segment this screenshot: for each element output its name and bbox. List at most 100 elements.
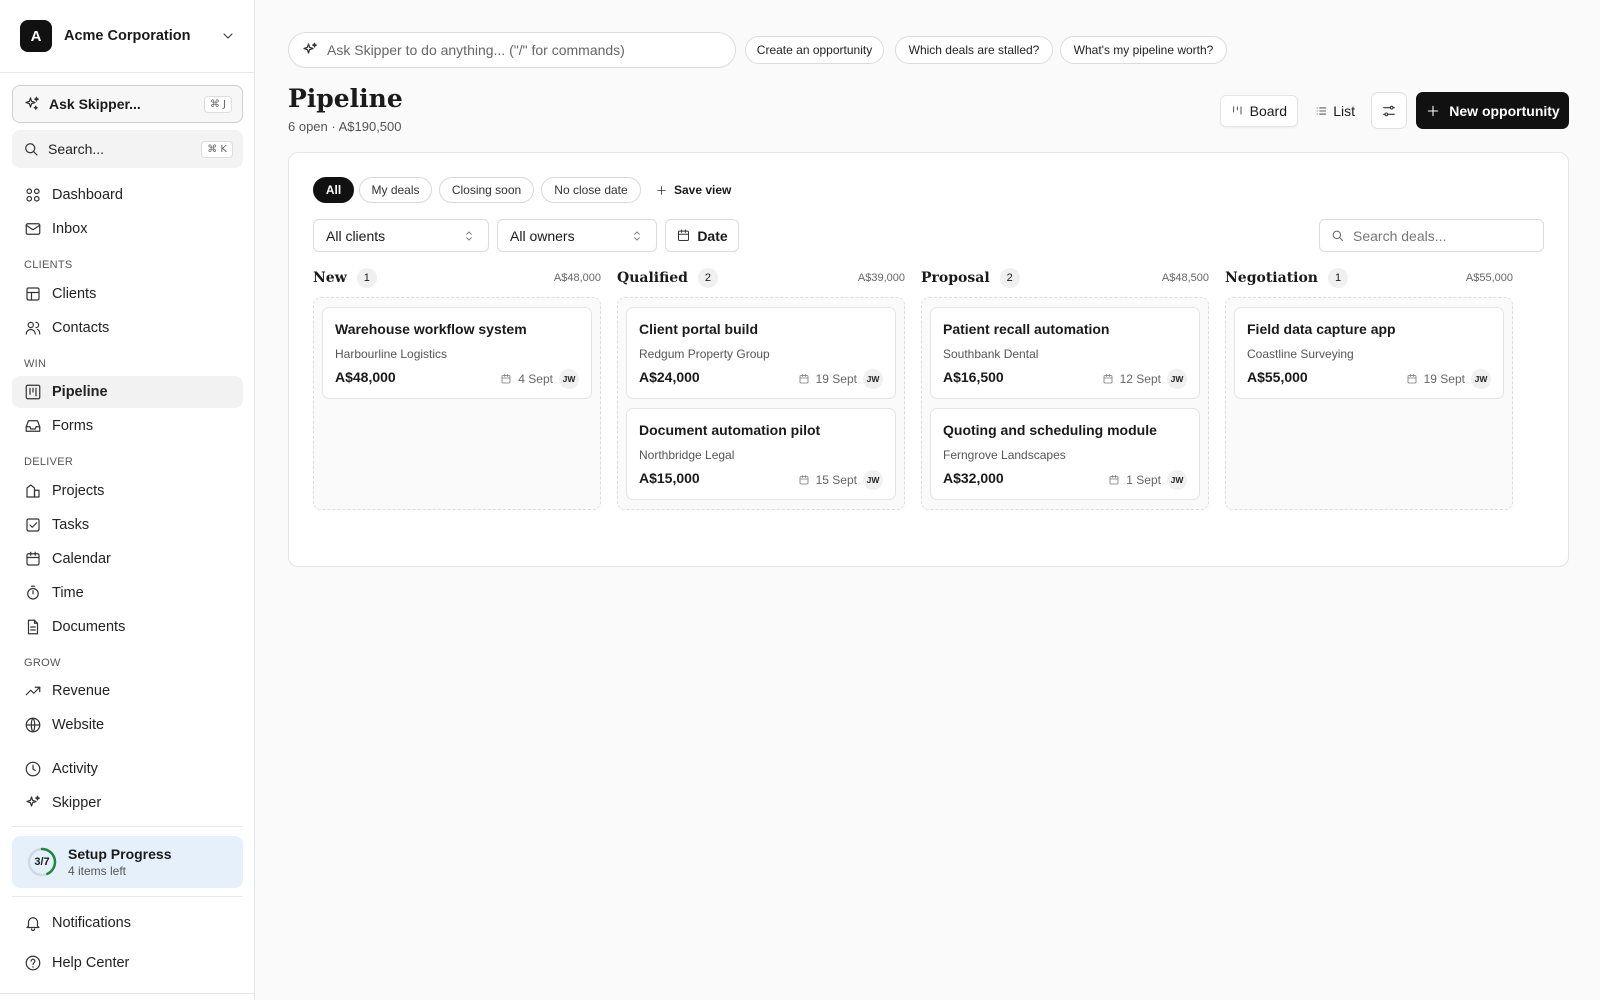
- sidebar-item-help[interactable]: Help Center: [12, 947, 243, 979]
- owner-avatar: JW: [1471, 369, 1491, 389]
- sidebar-item-label: Forms: [52, 418, 94, 434]
- deal-close-date: 19 Sept: [1423, 372, 1465, 386]
- sidebar-item-clients[interactable]: Clients: [12, 278, 243, 310]
- sidebar-item-forms[interactable]: Forms: [12, 410, 243, 442]
- search-icon: [1332, 230, 1343, 241]
- org-switcher[interactable]: A Acme Corporation: [20, 20, 236, 52]
- sidebar-item-label: Contacts: [52, 320, 110, 336]
- column-header-new: New 1 A$48,000: [313, 268, 601, 288]
- owners-select[interactable]: All owners: [497, 219, 657, 252]
- sidebar-item-label: Skipper: [52, 795, 102, 811]
- column-dropzone-new[interactable]: Warehouse workflow system Harbourline Log…: [313, 297, 601, 510]
- ask-skipper-button[interactable]: Ask Skipper... ⌘ J: [12, 85, 243, 123]
- filter-pill-all[interactable]: All: [313, 177, 354, 203]
- deal-meta: 19 Sept JW: [1406, 369, 1491, 389]
- deal-card[interactable]: Quoting and scheduling module Ferngrove L…: [930, 408, 1200, 500]
- sidebar-item-label: Time: [52, 585, 84, 601]
- list-label: List: [1333, 103, 1355, 119]
- sparkles-icon: [25, 96, 39, 110]
- document-icon: [27, 619, 39, 635]
- deal-title: Patient recall automation: [943, 321, 1110, 337]
- deal-search-input[interactable]: Search deals...: [1319, 219, 1544, 252]
- checkbox-icon: [26, 518, 40, 532]
- sidebar-item-skipper[interactable]: Skipper: [12, 787, 243, 819]
- help-circle-icon: [25, 955, 41, 971]
- timer-icon: [27, 585, 39, 600]
- setup-progress-card[interactable]: 3/7 Setup Progress 4 items left: [12, 836, 243, 888]
- deal-close-date: 12 Sept: [1119, 372, 1161, 386]
- org-avatar: A: [20, 20, 52, 52]
- divider: [12, 896, 243, 897]
- sidebar-item-projects[interactable]: Projects: [12, 475, 243, 507]
- filter-pill-closing-soon[interactable]: Closing soon: [439, 177, 534, 203]
- deal-card[interactable]: Patient recall automation Southbank Denta…: [930, 307, 1200, 399]
- section-label-win: WIN: [24, 358, 47, 370]
- column-dropzone-qualified[interactable]: Client portal build Redgum Property Group…: [617, 297, 905, 510]
- progress-ring: 3/7: [26, 846, 58, 878]
- progress-label: 3/7: [34, 856, 50, 868]
- clients-select[interactable]: All clients: [313, 219, 489, 252]
- building-icon: [26, 287, 40, 301]
- column-total: A$39,000: [857, 272, 905, 284]
- sidebar-item-calendar[interactable]: Calendar: [12, 543, 243, 575]
- owner-avatar: JW: [863, 470, 883, 490]
- search-button[interactable]: Search... ⌘ K: [12, 130, 243, 168]
- column-name: Proposal: [921, 270, 990, 286]
- page-subtitle: 6 open · A$190,500: [288, 119, 402, 134]
- sidebar-item-label: Help Center: [52, 955, 130, 971]
- command-input[interactable]: Ask Skipper to do anything... ("/" for c…: [288, 32, 736, 68]
- deal-card[interactable]: Client portal build Redgum Property Group…: [626, 307, 896, 399]
- sidebar-item-tasks[interactable]: Tasks: [12, 509, 243, 541]
- sidebar-item-activity[interactable]: Activity: [12, 753, 243, 785]
- date-filter-label: Date: [697, 227, 728, 244]
- page-title: Pipeline: [288, 84, 403, 113]
- owner-avatar: JW: [1167, 470, 1187, 490]
- deal-card[interactable]: Document automation pilot Northbridge Leg…: [626, 408, 896, 500]
- deal-card[interactable]: Warehouse workflow system Harbourline Log…: [322, 307, 592, 399]
- filter-settings-button[interactable]: [1371, 92, 1407, 129]
- suggestion-stalled-deals[interactable]: Which deals are stalled?: [895, 36, 1053, 64]
- divider: [0, 72, 255, 73]
- deal-title: Quoting and scheduling module: [943, 422, 1157, 438]
- chevron-down-icon: [223, 33, 233, 39]
- column-name: Qualified: [617, 270, 688, 286]
- owner-avatar: JW: [559, 369, 579, 389]
- suggestion-create-opportunity[interactable]: Create an opportunity: [745, 36, 884, 64]
- search-icon: [25, 143, 38, 156]
- board-view-toggle[interactable]: Board: [1220, 95, 1298, 127]
- ask-skipper-label: Ask Skipper...: [49, 96, 141, 112]
- calendar-icon: [799, 475, 809, 485]
- sidebar-item-time[interactable]: Time: [12, 577, 243, 609]
- sidebar-item-website[interactable]: Website: [12, 709, 243, 741]
- save-view-button[interactable]: Save view: [655, 177, 731, 203]
- kanban-icon: [1233, 106, 1242, 115]
- sidebar-item-dashboard[interactable]: Dashboard: [12, 179, 243, 211]
- new-opportunity-button[interactable]: New opportunity: [1416, 92, 1569, 129]
- deal-meta: 12 Sept JW: [1102, 369, 1187, 389]
- sidebar-item-inbox[interactable]: Inbox: [12, 213, 243, 245]
- suggestion-pipeline-worth[interactable]: What's my pipeline worth?: [1060, 36, 1227, 64]
- sidebar-item-documents[interactable]: Documents: [12, 611, 243, 643]
- deal-value: A$55,000: [1247, 369, 1308, 385]
- sidebar-item-revenue[interactable]: Revenue: [12, 675, 243, 707]
- deal-client: Coastline Surveying: [1247, 347, 1354, 361]
- clients-select-value: All clients: [326, 227, 386, 244]
- bell-icon: [26, 917, 40, 932]
- date-filter-button[interactable]: Date: [665, 219, 739, 252]
- section-label-grow: GROW: [24, 657, 61, 669]
- deal-card[interactable]: Field data capture app Coastline Surveyin…: [1234, 307, 1504, 399]
- sidebar-item-notifications[interactable]: Notifications: [12, 907, 243, 939]
- calendar-icon: [799, 374, 809, 384]
- sidebar-item-pipeline[interactable]: Pipeline: [12, 376, 243, 408]
- deal-client: Southbank Dental: [943, 347, 1039, 361]
- filter-pill-no-close-date[interactable]: No close date: [541, 177, 641, 203]
- deal-search-placeholder: Search deals...: [1353, 227, 1447, 244]
- column-dropzone-negotiation[interactable]: Field data capture app Coastline Surveyin…: [1225, 297, 1513, 510]
- deal-meta: 4 Sept JW: [500, 369, 579, 389]
- sidebar-item-contacts[interactable]: Contacts: [12, 312, 243, 344]
- column-count-badge: 2: [697, 268, 718, 288]
- filter-pill-my-deals[interactable]: My deals: [359, 177, 432, 203]
- list-view-toggle[interactable]: List: [1305, 95, 1365, 127]
- calendar-icon: [678, 229, 690, 241]
- column-dropzone-proposal[interactable]: Patient recall automation Southbank Denta…: [921, 297, 1209, 510]
